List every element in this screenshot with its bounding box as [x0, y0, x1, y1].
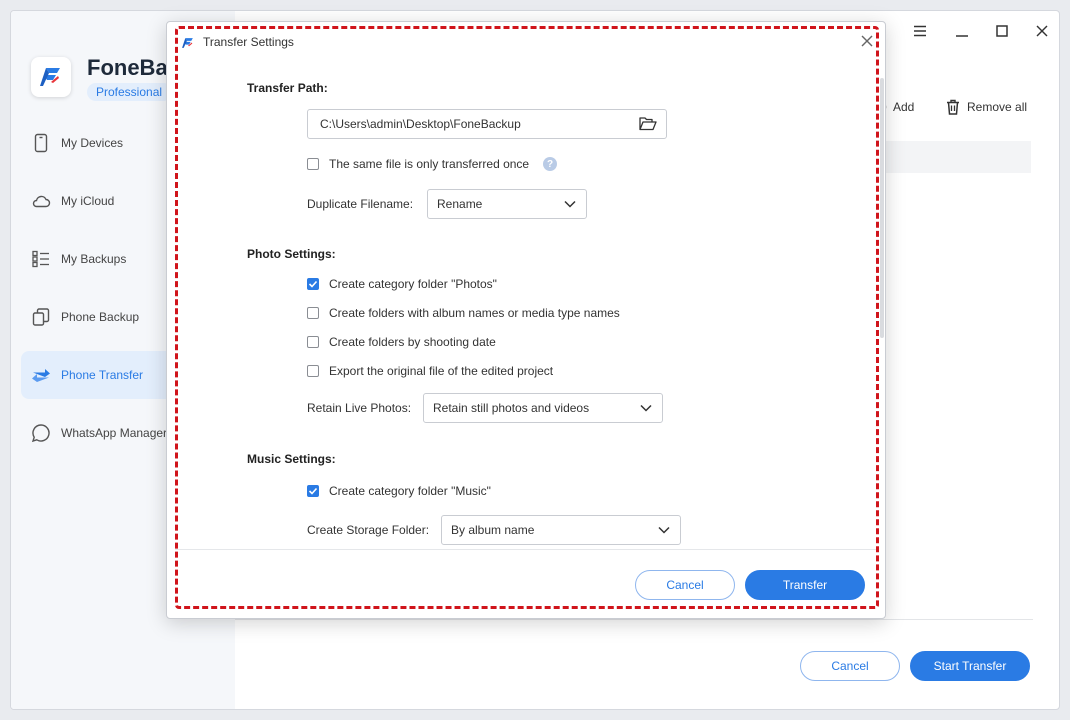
transfer-path-heading: Transfer Path:: [247, 81, 328, 95]
shooting-date-folders-label: Create folders by shooting date: [329, 335, 496, 349]
start-transfer-button[interactable]: Start Transfer: [910, 651, 1030, 681]
sidebar-item-label: My Backups: [61, 252, 127, 266]
storage-folder-select[interactable]: By album name: [441, 515, 681, 545]
storage-folder-label: Create Storage Folder:: [307, 523, 430, 537]
transfer-icon: [32, 369, 50, 382]
dialog-footer-divider: [175, 549, 879, 550]
dialog-transfer-button[interactable]: Transfer: [745, 570, 865, 600]
footer-divider: [235, 619, 1033, 620]
cloud-icon: [32, 195, 51, 208]
music-category-folder-checkbox[interactable]: [307, 485, 319, 497]
same-file-once-label: The same file is only transferred once: [329, 157, 530, 171]
export-original-label: Export the original file of the edited p…: [329, 364, 554, 378]
duplicate-filename-value: Rename: [437, 197, 483, 211]
retain-live-photos-select[interactable]: Retain still photos and videos: [423, 393, 663, 423]
transfer-settings-dialog: Transfer Settings Transfer Path: C:\User…: [166, 21, 886, 619]
help-icon[interactable]: ?: [543, 157, 558, 171]
folder-open-icon[interactable]: [638, 115, 658, 133]
album-name-folders-label: Create folders with album names or media…: [329, 306, 620, 320]
dialog-logo: [181, 36, 195, 55]
copy-icon: [32, 308, 50, 326]
sidebar-item-label: My iCloud: [61, 194, 115, 208]
list-icon: [32, 250, 49, 268]
sidebar-item-label: Phone Backup: [61, 310, 140, 324]
photos-category-folder-option[interactable]: Create category folder "Photos": [307, 276, 497, 292]
trash-icon: [947, 99, 959, 115]
storage-folder-value: By album name: [451, 523, 535, 537]
chat-icon: [31, 424, 50, 443]
cancel-button[interactable]: Cancel: [800, 651, 900, 681]
sidebar-item-label: My Devices: [61, 136, 124, 150]
shooting-date-folders-option[interactable]: Create folders by shooting date: [307, 334, 496, 350]
dialog-title: Transfer Settings: [203, 35, 294, 49]
chevron-down-icon: [658, 526, 670, 534]
duplicate-filename-label: Duplicate Filename:: [307, 197, 414, 211]
photos-category-folder-label: Create category folder "Photos": [329, 277, 497, 291]
photos-category-folder-checkbox[interactable]: [307, 278, 319, 290]
retain-live-photos-value: Retain still photos and videos: [433, 401, 590, 415]
shooting-date-folders-checkbox[interactable]: [307, 336, 319, 348]
minimize-icon[interactable]: [952, 21, 972, 41]
album-name-folders-option[interactable]: Create folders with album names or media…: [307, 305, 620, 321]
fonebackup-logo-icon: [182, 38, 193, 48]
edition-badge: Professional: [87, 83, 173, 101]
export-original-checkbox[interactable]: [307, 365, 319, 377]
maximize-icon[interactable]: [992, 21, 1012, 41]
app-logo: [31, 57, 71, 97]
sidebar-item-label: Phone Transfer: [61, 368, 144, 382]
dialog-cancel-button[interactable]: Cancel: [635, 570, 735, 600]
dialog-scrollbar[interactable]: [880, 78, 884, 338]
chevron-down-icon: [564, 200, 576, 208]
chevron-down-icon: [640, 404, 652, 412]
music-category-folder-label: Create category folder "Music": [329, 484, 491, 498]
file-list-header: [881, 141, 1031, 173]
fonebackup-logo-icon: [40, 68, 60, 86]
close-icon[interactable]: [1032, 21, 1052, 41]
transfer-path-input[interactable]: C:\Users\admin\Desktop\FoneBackup: [307, 109, 667, 139]
retain-live-photos-label: Retain Live Photos:: [307, 401, 412, 415]
duplicate-filename-select[interactable]: Rename: [427, 189, 587, 219]
transfer-path-value: C:\Users\admin\Desktop\FoneBackup: [320, 117, 521, 131]
same-file-once-option[interactable]: The same file is only transferred once ?: [307, 156, 558, 172]
remove-all-label: Remove all: [967, 100, 1028, 114]
dialog-close-icon[interactable]: [859, 33, 875, 49]
photo-settings-heading: Photo Settings:: [247, 247, 336, 261]
same-file-once-checkbox[interactable]: [307, 158, 319, 170]
brand-name: FoneBa: [87, 55, 168, 80]
remove-all-button[interactable]: Remove all: [945, 99, 1027, 115]
album-name-folders-checkbox[interactable]: [307, 307, 319, 319]
menu-icon[interactable]: [910, 21, 930, 41]
add-label: Add: [893, 100, 915, 114]
music-settings-heading: Music Settings:: [247, 452, 336, 466]
phone-icon: [34, 133, 48, 153]
music-category-folder-option[interactable]: Create category folder "Music": [307, 483, 491, 499]
sidebar-item-label: WhatsApp Manager: [61, 426, 168, 440]
export-original-option[interactable]: Export the original file of the edited p…: [307, 363, 553, 379]
